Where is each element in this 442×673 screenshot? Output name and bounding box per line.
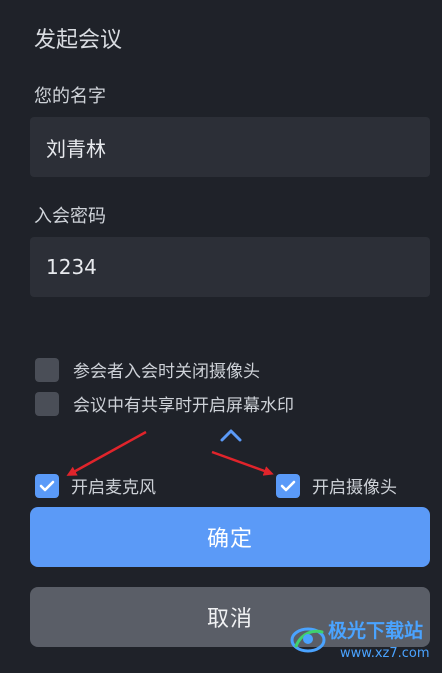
checkbox-share-watermark[interactable] bbox=[35, 391, 59, 416]
watermark-text: 极光下载站 bbox=[328, 620, 424, 642]
name-label: 您的名字 bbox=[34, 86, 106, 107]
name-input[interactable]: 刘青林 bbox=[30, 117, 430, 177]
option-camera-off-on-join[interactable]: 参会者入会时关闭摄像头 bbox=[35, 357, 260, 382]
site-watermark: 极光下载站 www.xz7.com bbox=[288, 612, 438, 670]
option-enable-microphone-label: 开启麦克风 bbox=[71, 478, 156, 498]
name-input-value: 刘青林 bbox=[46, 136, 106, 161]
option-share-watermark-label: 会议中有共享时开启屏幕水印 bbox=[73, 396, 294, 416]
checkbox-enable-microphone[interactable] bbox=[35, 473, 59, 498]
option-share-watermark[interactable]: 会议中有共享时开启屏幕水印 bbox=[35, 391, 294, 416]
annotation-arrow-camera bbox=[211, 450, 274, 476]
checkbox-enable-camera[interactable] bbox=[276, 473, 300, 498]
watermark-url: www.xz7.com bbox=[340, 646, 430, 661]
checkbox-camera-off-on-join[interactable] bbox=[35, 357, 59, 382]
confirm-button[interactable]: 确定 bbox=[30, 507, 430, 567]
password-label: 入会密码 bbox=[34, 206, 106, 227]
site-logo-icon bbox=[290, 627, 326, 653]
option-enable-camera[interactable]: 开启摄像头 bbox=[276, 473, 397, 498]
option-camera-off-on-join-label: 参会者入会时关闭摄像头 bbox=[73, 362, 260, 382]
start-meeting-dialog: 发起会议 您的名字 刘青林 入会密码 1234 参会者入会时关闭摄像头 会议中有… bbox=[0, 0, 442, 673]
dialog-title: 发起会议 bbox=[34, 28, 123, 53]
checkmark-icon bbox=[280, 480, 296, 491]
option-enable-camera-label: 开启摄像头 bbox=[312, 478, 397, 498]
password-input-value: 1234 bbox=[46, 255, 97, 279]
checkmark-icon bbox=[39, 480, 55, 491]
option-enable-microphone[interactable]: 开启麦克风 bbox=[35, 473, 156, 498]
annotation-arrow-mic bbox=[66, 430, 147, 476]
password-input[interactable]: 1234 bbox=[30, 237, 430, 297]
chevron-up-icon[interactable] bbox=[219, 425, 243, 445]
